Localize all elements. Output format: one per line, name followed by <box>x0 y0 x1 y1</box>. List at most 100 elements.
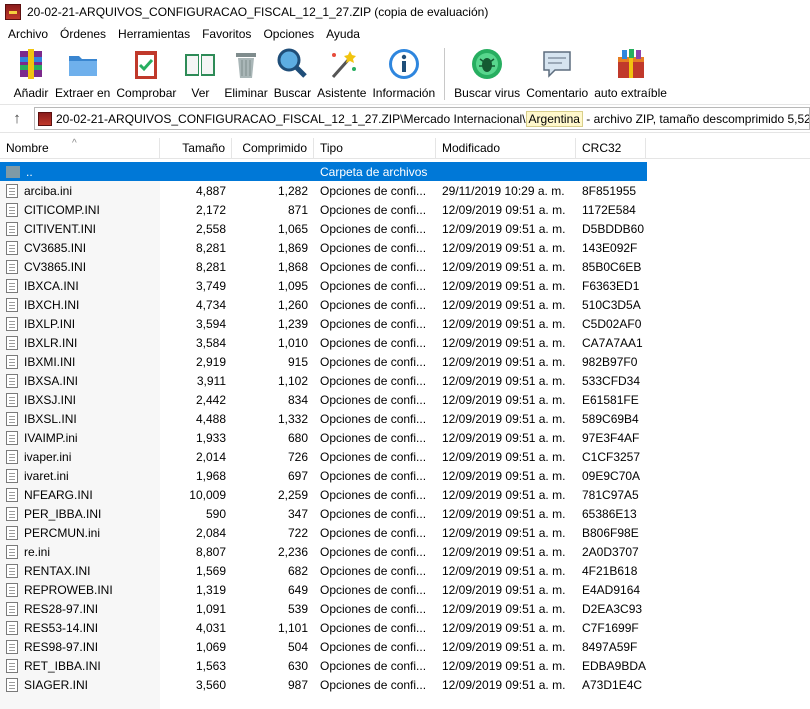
add-button[interactable]: Añadir <box>10 44 52 100</box>
ini-file-icon <box>6 620 18 635</box>
file-crc: 1172E584 <box>582 202 636 217</box>
file-modified: 12/09/2019 09:51 a. m. <box>442 525 566 540</box>
ini-file-icon <box>6 601 18 616</box>
file-type: Opciones de confi... <box>320 449 427 464</box>
file-row[interactable]: IBXCA.INI 3,749 1,095 Opciones de confi... 1… <box>0 276 810 295</box>
path-field[interactable]: 20-02-21-ARQUIVOS_CONFIGURACAO_FISCAL_12… <box>34 107 810 130</box>
file-row[interactable]: CITIVENT.INI 2,558 1,065 Opciones de confi.… <box>0 219 810 238</box>
file-row[interactable]: ivaper.ini 2,014 726 Opciones de confi... 12… <box>0 447 810 466</box>
extract-button[interactable]: Extraer en <box>52 44 113 100</box>
file-row[interactable]: IBXMI.INI 2,919 915 Opciones de confi... 12/… <box>0 352 810 371</box>
sfx-button[interactable]: auto extraíble <box>591 44 670 100</box>
file-packed: 726 <box>287 449 308 464</box>
file-name-text: IBXLP.INI <box>24 316 76 331</box>
file-modified: 12/09/2019 09:51 a. m. <box>442 297 566 312</box>
col-name-header[interactable]: ^ Nombre <box>0 138 160 158</box>
wizard-wand-icon <box>324 46 360 82</box>
path-suffix: - archivo ZIP, tamaño descomprimido 5,52… <box>582 111 810 126</box>
file-row[interactable]: IVAIMP.ini 1,933 680 Opciones de confi... 12… <box>0 428 810 447</box>
file-packed: 1,868 <box>277 259 308 274</box>
ini-file-icon <box>6 278 18 293</box>
file-name: IBXLP.INI <box>0 316 160 331</box>
file-row[interactable]: CV3685.INI 8,281 1,869 Opciones de confi...… <box>0 238 810 257</box>
info-label: Información <box>372 86 436 100</box>
file-crc: C1CF3257 <box>582 449 641 464</box>
file-row[interactable]: RES98-97.INI 1,069 504 Opciones de confi...… <box>0 637 810 656</box>
menu-opciones[interactable]: Opciones <box>257 24 320 44</box>
file-packed: 347 <box>287 506 308 521</box>
file-row[interactable]: ivaret.ini 1,968 697 Opciones de confi... 12… <box>0 466 810 485</box>
file-row[interactable]: CITICOMP.INI 2,172 871 Opciones de confi...… <box>0 200 810 219</box>
virus-scan-button[interactable]: Buscar virus <box>451 44 523 100</box>
winrar-app-icon[interactable] <box>5 4 21 20</box>
file-name: IBXSL.INI <box>0 411 160 426</box>
file-row[interactable]: NFEARG.INI 10,009 2,259 Opciones de confi..… <box>0 485 810 504</box>
file-size: 1,563 <box>195 658 226 673</box>
file-row[interactable]: PERCMUN.ini 2,084 722 Opciones de confi... 1… <box>0 523 810 542</box>
file-packed: 1,010 <box>277 335 308 350</box>
file-type: Opciones de confi... <box>320 677 427 692</box>
col-crc-header[interactable]: CRC32 <box>576 138 646 158</box>
find-button[interactable]: Buscar <box>271 44 314 100</box>
menu-favoritos[interactable]: Favoritos <box>196 24 257 44</box>
file-row[interactable]: CV3865.INI 8,281 1,868 Opciones de confi...… <box>0 257 810 276</box>
file-name-text: CITICOMP.INI <box>24 202 100 217</box>
col-type-header[interactable]: Tipo <box>314 138 436 158</box>
menu-ordenes[interactable]: Órdenes <box>54 24 112 44</box>
file-row[interactable]: IBXCH.INI 4,734 1,260 Opciones de confi... 1… <box>0 295 810 314</box>
wizard-button[interactable]: Asistente <box>314 44 369 100</box>
delete-button[interactable]: Eliminar <box>221 44 270 100</box>
file-size: 8,281 <box>195 259 226 274</box>
menu-herramientas[interactable]: Herramientas <box>112 24 196 44</box>
file-row[interactable]: IBXSA.INI 3,911 1,102 Opciones de confi... 1… <box>0 371 810 390</box>
view-button[interactable]: Ver <box>179 44 221 100</box>
sort-arrow-icon: ^ <box>72 138 77 149</box>
address-bar: ↑ 20-02-21-ARQUIVOS_CONFIGURACAO_FISCAL_… <box>0 105 810 133</box>
file-row[interactable]: REPROWEB.INI 1,319 649 Opciones de confi...… <box>0 580 810 599</box>
file-name-text: PERCMUN.ini <box>24 525 101 540</box>
file-name: CV3865.INI <box>0 259 160 274</box>
comment-button[interactable]: Comentario <box>523 44 591 100</box>
ini-file-icon <box>6 354 18 369</box>
menu-ayuda[interactable]: Ayuda <box>320 24 366 44</box>
file-modified: 12/09/2019 09:51 a. m. <box>442 335 566 350</box>
file-name-text: IBXSJ.INI <box>24 392 77 407</box>
file-name-text: arciba.ini <box>24 183 73 198</box>
col-modified-header[interactable]: Modificado <box>436 138 576 158</box>
file-row[interactable]: IBXLR.INI 3,584 1,010 Opciones de confi... 1… <box>0 333 810 352</box>
file-packed: 682 <box>287 563 308 578</box>
file-packed: 630 <box>287 658 308 673</box>
file-row[interactable]: RENTAX.INI 1,569 682 Opciones de confi... 12… <box>0 561 810 580</box>
info-icon <box>386 46 422 82</box>
file-size: 1,569 <box>195 563 226 578</box>
file-row[interactable]: IBXSL.INI 4,488 1,332 Opciones de confi... 1… <box>0 409 810 428</box>
file-row[interactable]: PER_IBBA.INI 590 347 Opciones de confi... 12… <box>0 504 810 523</box>
file-row[interactable]: RES28-97.INI 1,091 539 Opciones de confi...… <box>0 599 810 618</box>
file-row[interactable]: RET_IBBA.INI 1,563 630 Opciones de confi...… <box>0 656 810 675</box>
file-name: IBXCH.INI <box>0 297 160 312</box>
col-size-header[interactable]: Tamaño <box>160 138 232 158</box>
file-row[interactable]: SIAGER.INI 3,560 987 Opciones de confi... 12… <box>0 675 810 694</box>
col-packed-header[interactable]: Comprimido <box>232 138 314 158</box>
test-button[interactable]: Comprobar <box>113 44 179 100</box>
file-row[interactable]: IBXLP.INI 3,594 1,239 Opciones de confi... 1… <box>0 314 810 333</box>
file-name: arciba.ini <box>0 183 160 198</box>
parent-folder-row[interactable]: .. Carpeta de archivos <box>0 162 647 181</box>
ini-file-icon <box>6 259 18 274</box>
file-packed: 1,239 <box>277 316 308 331</box>
file-row[interactable]: re.ini 8,807 2,236 Opciones de confi... 12/0… <box>0 542 810 561</box>
up-arrow-icon[interactable]: ↑ <box>0 106 34 132</box>
test-label: Comprobar <box>116 86 177 100</box>
file-name: ivaret.ini <box>0 468 160 483</box>
ini-file-icon <box>6 639 18 654</box>
file-row[interactable]: arciba.ini 4,887 1,282 Opciones de confi...… <box>0 181 810 200</box>
ini-file-icon <box>6 582 18 597</box>
file-type: Opciones de confi... <box>320 183 427 198</box>
file-row[interactable]: IBXSJ.INI 2,442 834 Opciones de confi... 12/… <box>0 390 810 409</box>
file-name: RES98-97.INI <box>0 639 160 654</box>
file-name-text: PER_IBBA.INI <box>24 506 102 521</box>
info-button[interactable]: Información <box>369 44 438 100</box>
file-size: 4,734 <box>195 297 226 312</box>
menu-archivo[interactable]: Archivo <box>2 24 54 44</box>
file-row[interactable]: RES53-14.INI 4,031 1,101 Opciones de confi.… <box>0 618 810 637</box>
